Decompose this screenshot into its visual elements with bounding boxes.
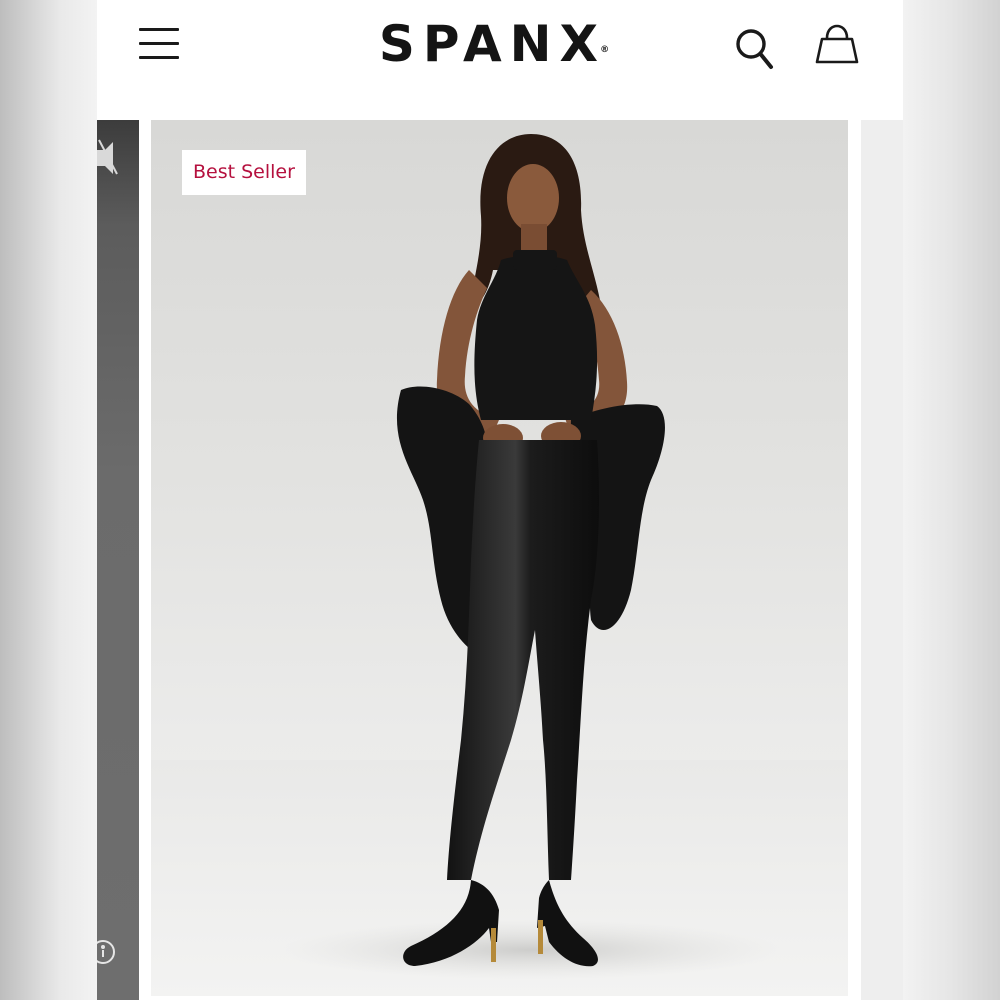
hamburger-menu-icon <box>139 56 179 59</box>
brand-logo[interactable]: SPANX® <box>347 14 647 74</box>
shopping-bag-button[interactable] <box>814 22 860 68</box>
site-header: SPANX® <box>97 0 903 118</box>
best-seller-badge: Best Seller <box>182 150 306 195</box>
product-photo <box>151 134 848 996</box>
previous-slide-peek[interactable] <box>97 120 139 1000</box>
next-slide-peek[interactable] <box>861 120 903 1000</box>
mute-icon <box>97 139 118 175</box>
brand-name: SPANX <box>378 15 607 73</box>
screenshot-frame: SPANX® Best Seller <box>0 0 1000 1000</box>
registered-mark: ® <box>600 45 610 55</box>
search-button[interactable] <box>733 26 777 72</box>
shopping-bag-icon <box>815 24 859 64</box>
hamburger-menu-icon <box>139 42 179 45</box>
hamburger-menu-icon <box>139 28 179 31</box>
menu-button[interactable] <box>135 26 181 62</box>
mobile-page: SPANX® Best Seller <box>97 0 903 1000</box>
product-image-carousel[interactable]: Best Seller <box>97 118 903 1000</box>
product-image-slide[interactable]: Best Seller <box>151 120 848 996</box>
accessibility-icon <box>97 940 115 964</box>
search-icon <box>736 29 773 69</box>
